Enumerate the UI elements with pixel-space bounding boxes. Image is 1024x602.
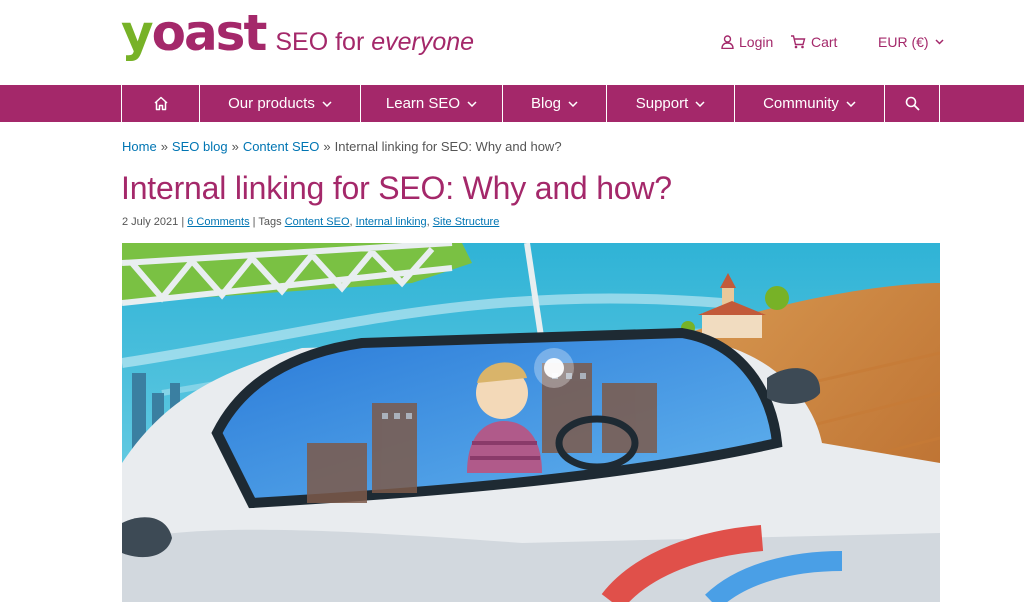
- cart-link[interactable]: Cart: [790, 34, 837, 50]
- main-navigation: Our products Learn SEO Blog Support Comm…: [0, 85, 1024, 122]
- tag-link[interactable]: Content SEO: [285, 216, 350, 228]
- login-link[interactable]: Login: [721, 34, 773, 50]
- nav-search-button[interactable]: [884, 85, 940, 122]
- nav-support[interactable]: Support: [606, 85, 734, 122]
- breadcrumb-home[interactable]: Home: [122, 139, 157, 154]
- nav-home[interactable]: [121, 85, 199, 122]
- search-icon: [905, 96, 920, 111]
- hero-image: [122, 243, 940, 602]
- home-icon: [153, 96, 168, 111]
- article-meta: 2 July 2021 | 6 Comments | Tags Content …: [122, 216, 500, 228]
- chevron-down-icon: [935, 39, 944, 45]
- nav-learn-seo[interactable]: Learn SEO: [360, 85, 502, 122]
- currency-label: EUR (€): [878, 34, 929, 50]
- cart-icon: [791, 35, 806, 49]
- breadcrumb: Home» SEO blog» Content SEO» Internal linki…: [122, 139, 562, 154]
- hero-illustration: [122, 243, 940, 602]
- breadcrumb-content-seo[interactable]: Content SEO: [243, 139, 320, 154]
- page-title: Internal linking for SEO: Why and how?: [121, 170, 672, 206]
- cart-label: Cart: [811, 34, 838, 50]
- chevron-down-icon: [846, 100, 856, 107]
- breadcrumb-current: Internal linking for SEO: Why and how?: [334, 139, 562, 154]
- chevron-down-icon: [568, 100, 578, 107]
- breadcrumb-separator: »: [231, 139, 239, 154]
- user-icon: [721, 35, 734, 49]
- site-header: yoast SEO for everyone Login Cart EUR (€…: [0, 0, 1024, 85]
- yoast-logo[interactable]: yoast SEO for everyone: [121, 8, 474, 58]
- chevron-down-icon: [322, 100, 332, 107]
- nav-label: Our products: [228, 95, 315, 112]
- login-label: Login: [739, 34, 774, 50]
- nav-community[interactable]: Community: [734, 85, 884, 122]
- breadcrumb-separator: »: [323, 139, 331, 154]
- tags-label: | Tags: [252, 216, 282, 228]
- chevron-down-icon: [467, 100, 477, 107]
- nav-blog[interactable]: Blog: [502, 85, 606, 122]
- breadcrumb-seo-blog[interactable]: SEO blog: [172, 139, 228, 154]
- nav-label: Learn SEO: [385, 95, 461, 112]
- nav-our-products[interactable]: Our products: [199, 85, 360, 122]
- logo-tagline: SEO for everyone: [275, 28, 475, 56]
- logo-wordmark: yoast: [121, 4, 267, 62]
- breadcrumb-separator: »: [160, 139, 168, 154]
- comments-link[interactable]: 6 Comments: [187, 216, 249, 228]
- nav-label: Community: [763, 95, 839, 112]
- tag-link[interactable]: Internal linking: [356, 216, 427, 228]
- chevron-down-icon: [695, 100, 705, 107]
- publish-date: 2 July 2021: [122, 216, 179, 228]
- tag-link[interactable]: Site Structure: [433, 216, 500, 228]
- currency-selector[interactable]: EUR (€): [878, 34, 949, 50]
- nav-label: Blog: [530, 95, 562, 112]
- nav-label: Support: [635, 95, 689, 112]
